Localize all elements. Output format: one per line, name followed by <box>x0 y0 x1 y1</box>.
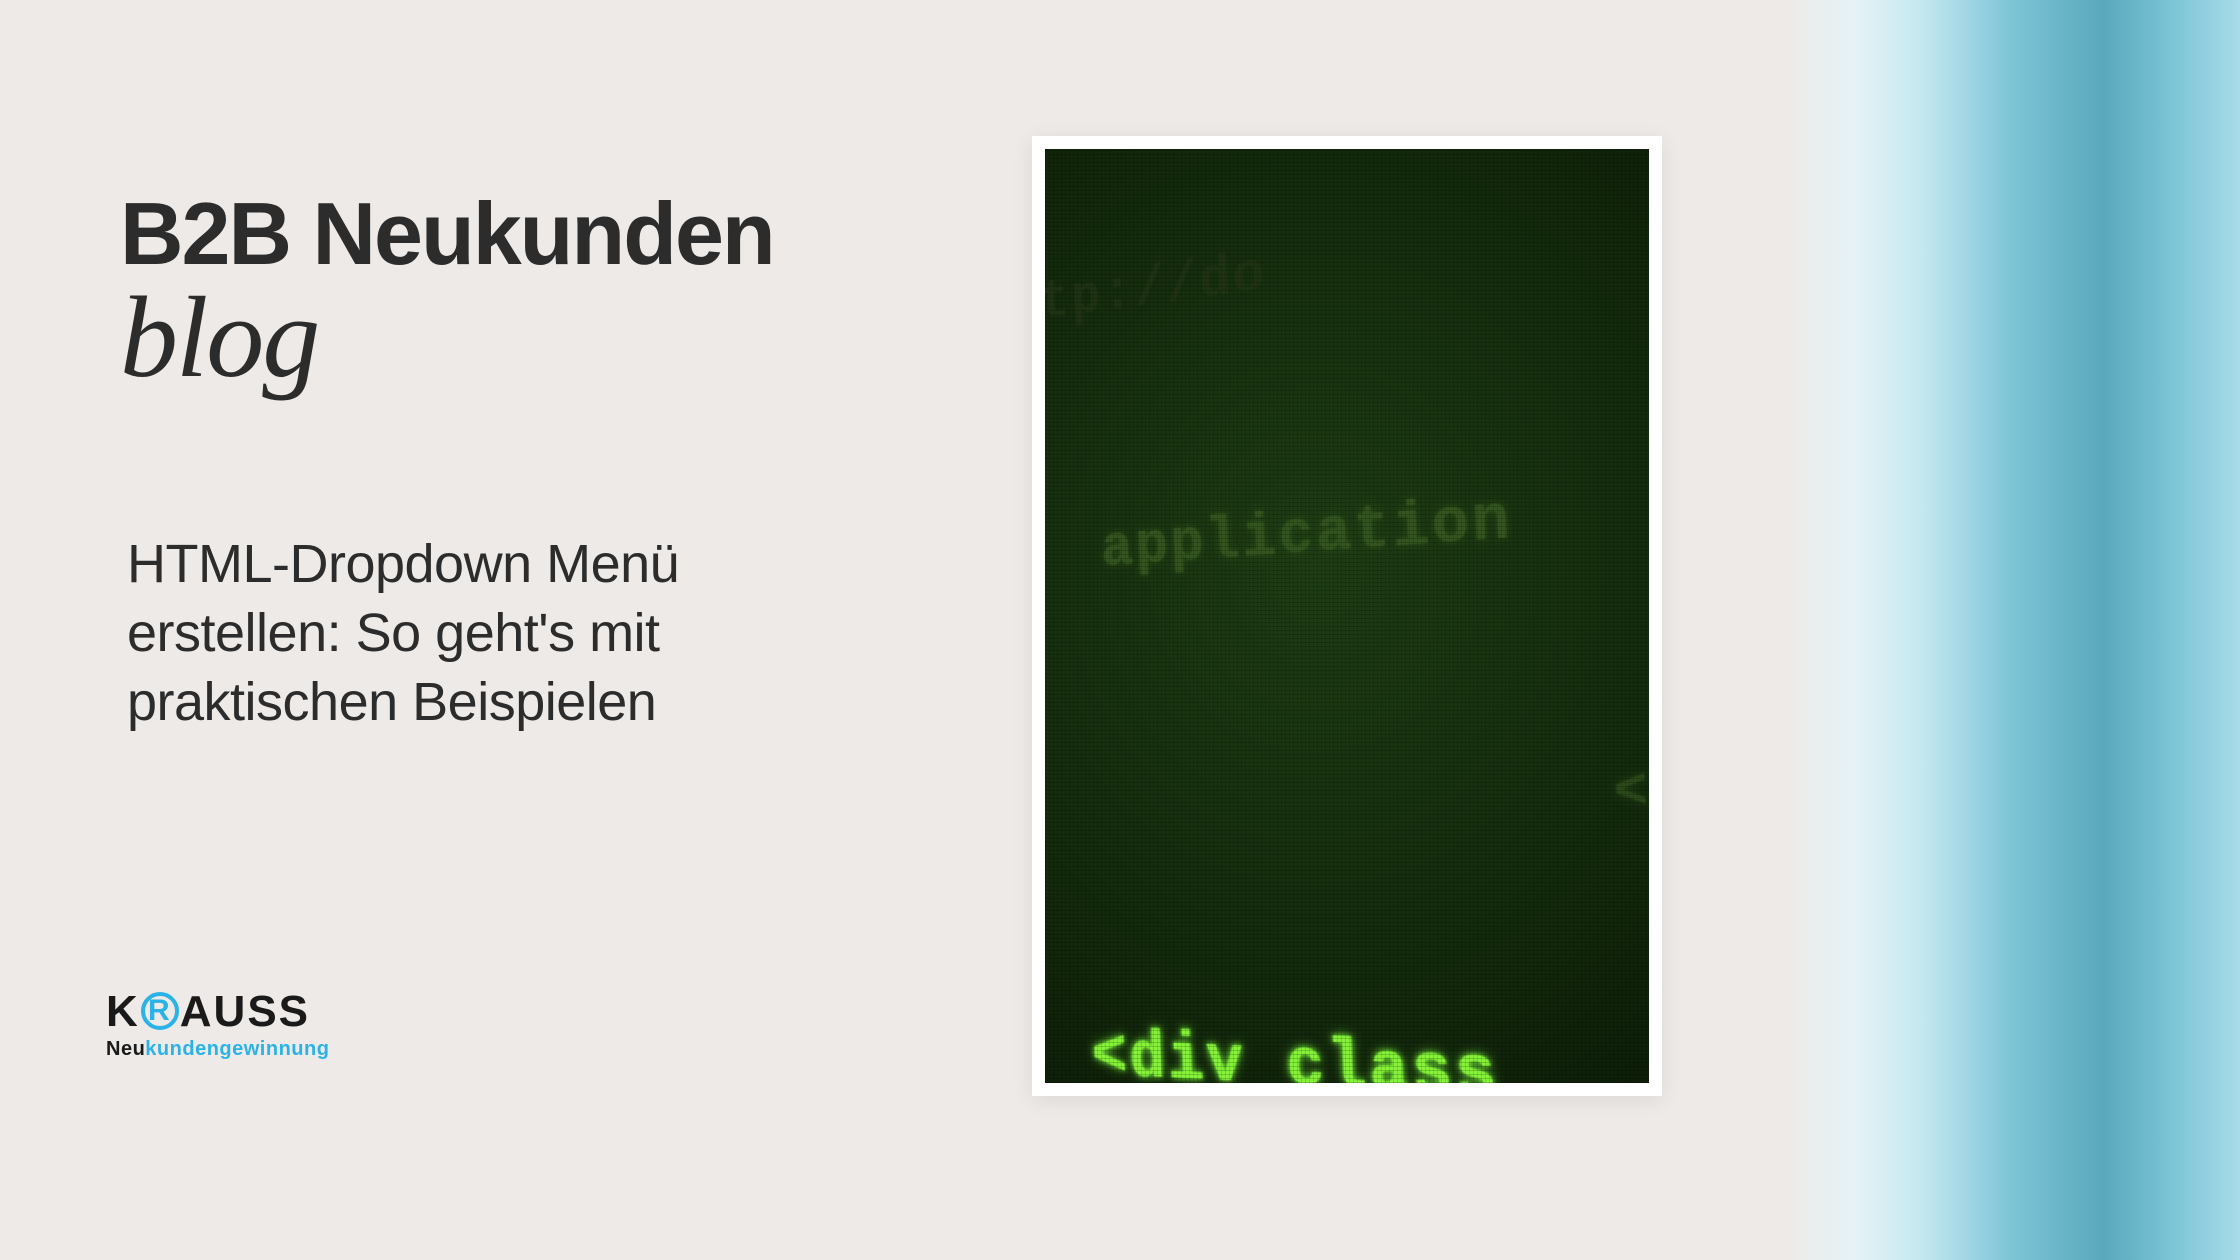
brand-logo: K R AUSS Neukundengewinnung <box>106 990 329 1061</box>
logo-r-circle-icon: R <box>141 992 179 1030</box>
code-line: application <box>1045 455 1649 597</box>
logo-main: K R AUSS <box>106 990 329 1034</box>
code-screenshot-frame: ttp://do application </d <div class lass… <box>1032 136 1662 1096</box>
heading-sub: blog <box>120 286 774 390</box>
code-screenshot-image: ttp://do application </d <div class lass… <box>1045 149 1649 1083</box>
code-line: <div class <box>1053 1009 1649 1083</box>
logo-subtitle: Neukundengewinnung <box>106 1038 329 1061</box>
article-title: HTML-Dropdown Menü erstellen: So geht's … <box>127 530 857 737</box>
logo-sub-rest: kundengewinnung <box>145 1038 329 1060</box>
logo-text-before: K <box>106 990 140 1034</box>
logo-text-after: AUSS <box>180 990 310 1034</box>
background-gradient-right <box>1785 0 2240 1260</box>
code-text-overlay: ttp://do application </d <div class lass… <box>1045 149 1649 1083</box>
logo-sub-neu: Neu <box>106 1038 145 1060</box>
code-line: ttp://do <box>1045 170 1649 346</box>
code-line: </d <box>1045 752 1649 837</box>
heading-main: B2B Neukunden <box>120 190 774 278</box>
blog-heading-block: B2B Neukunden blog <box>120 190 774 390</box>
